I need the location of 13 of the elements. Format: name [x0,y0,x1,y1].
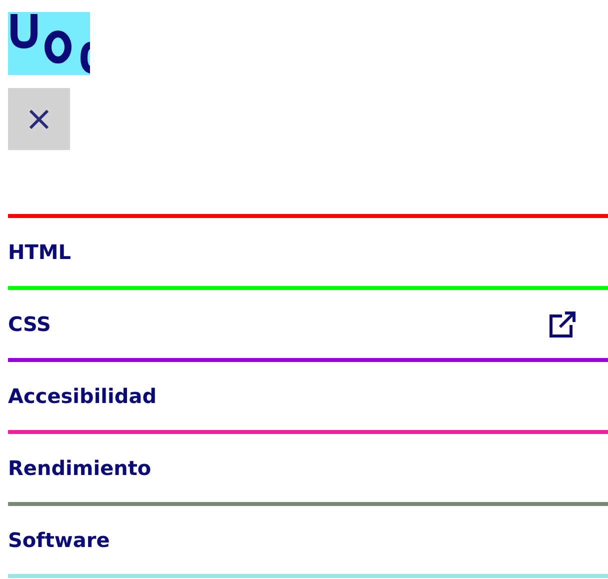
close-button[interactable]: × [8,88,70,150]
menu-link[interactable]: HTML [8,240,72,264]
logo-icon [8,12,90,75]
menu-link[interactable]: Software [8,528,110,552]
menu-link[interactable]: Rendimiento [8,456,152,480]
menu-link[interactable]: Accesibilidad [8,384,157,408]
menu-item[interactable]: HTML [8,214,608,286]
menu-item[interactable]: Accesibilidad [8,358,608,430]
menu-item[interactable]: Software [8,502,608,574]
menu-item[interactable]: CSS [8,286,608,358]
external-link-icon [548,309,578,339]
menu-item[interactable]: Rendimiento [8,430,608,502]
menu-link[interactable]: CSS [8,312,51,336]
